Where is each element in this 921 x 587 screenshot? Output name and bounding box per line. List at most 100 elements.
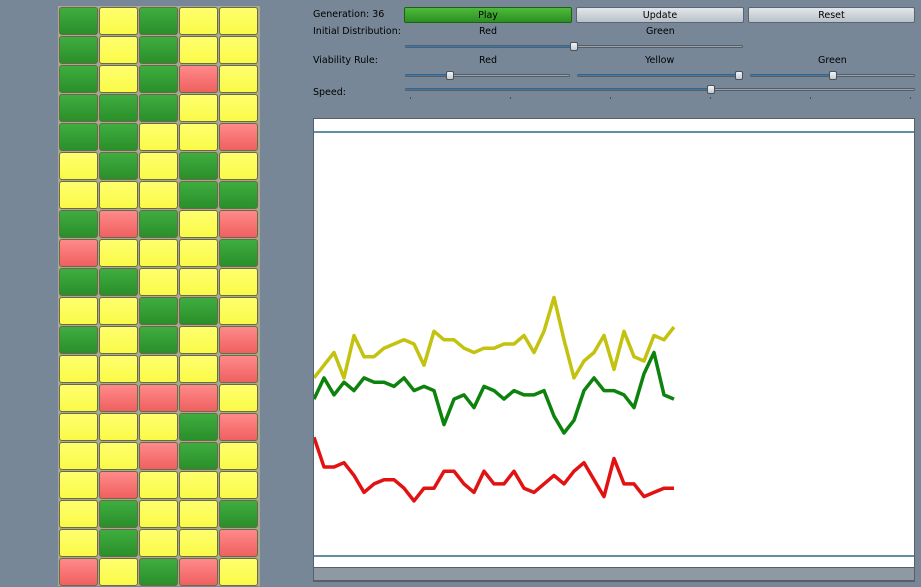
grid-cell[interactable] <box>59 471 98 499</box>
grid-cell[interactable] <box>179 297 218 325</box>
grid-cell[interactable] <box>59 326 98 354</box>
grid-cell[interactable] <box>99 297 138 325</box>
grid-cell[interactable] <box>219 355 258 383</box>
grid-cell[interactable] <box>139 94 178 122</box>
grid-cell[interactable] <box>99 94 138 122</box>
grid-cell[interactable] <box>99 36 138 64</box>
grid-cell[interactable] <box>139 529 178 557</box>
grid-cell[interactable] <box>179 181 218 209</box>
grid-cell[interactable] <box>219 36 258 64</box>
grid-cell[interactable] <box>139 471 178 499</box>
grid-cell[interactable] <box>179 471 218 499</box>
grid-cell[interactable] <box>99 210 138 238</box>
grid-cell[interactable] <box>139 268 178 296</box>
grid-cell[interactable] <box>59 181 98 209</box>
grid-cell[interactable] <box>99 326 138 354</box>
grid-cell[interactable] <box>59 355 98 383</box>
grid-cell[interactable] <box>59 94 98 122</box>
grid-cell[interactable] <box>179 239 218 267</box>
viability-yellow-slider[interactable] <box>577 71 743 80</box>
grid-cell[interactable] <box>99 442 138 470</box>
grid-cell[interactable] <box>99 268 138 296</box>
grid-cell[interactable] <box>219 384 258 412</box>
grid-cell[interactable] <box>179 36 218 64</box>
initial-distribution-slider[interactable] <box>405 42 743 51</box>
grid-cell[interactable] <box>139 558 178 586</box>
grid-cell[interactable] <box>139 7 178 35</box>
grid-cell[interactable] <box>59 297 98 325</box>
grid-cell[interactable] <box>179 65 218 93</box>
viability-red-slider-thumb[interactable] <box>446 71 454 80</box>
grid-cell[interactable] <box>179 529 218 557</box>
grid-cell[interactable] <box>219 65 258 93</box>
grid-cell[interactable] <box>219 239 258 267</box>
grid-cell[interactable] <box>179 7 218 35</box>
grid-cell[interactable] <box>99 65 138 93</box>
grid-cell[interactable] <box>139 65 178 93</box>
grid-cell[interactable] <box>179 152 218 180</box>
grid-cell[interactable] <box>219 7 258 35</box>
grid-cell[interactable] <box>139 36 178 64</box>
grid-cell[interactable] <box>59 500 98 528</box>
grid-cell[interactable] <box>99 471 138 499</box>
grid-cell[interactable] <box>179 94 218 122</box>
viability-red-slider[interactable] <box>405 71 570 80</box>
grid-cell[interactable] <box>59 558 98 586</box>
grid-cell[interactable] <box>59 152 98 180</box>
viability-green-slider-thumb[interactable] <box>828 71 837 80</box>
grid-cell[interactable] <box>219 297 258 325</box>
grid-cell[interactable] <box>99 413 138 441</box>
speed-slider-thumb[interactable] <box>706 85 715 94</box>
grid-cell[interactable] <box>219 181 258 209</box>
chart-scrollbar[interactable] <box>313 567 915 581</box>
grid-cell[interactable] <box>219 529 258 557</box>
grid-cell[interactable] <box>99 152 138 180</box>
grid-cell[interactable] <box>179 355 218 383</box>
grid-cell[interactable] <box>99 181 138 209</box>
grid-cell[interactable] <box>179 442 218 470</box>
grid-cell[interactable] <box>59 65 98 93</box>
grid-cell[interactable] <box>219 500 258 528</box>
grid-cell[interactable] <box>99 355 138 383</box>
grid-cell[interactable] <box>99 384 138 412</box>
viability-green-slider[interactable] <box>750 71 915 80</box>
grid-cell[interactable] <box>219 123 258 151</box>
grid-cell[interactable] <box>139 384 178 412</box>
grid-cell[interactable] <box>139 181 178 209</box>
grid-cell[interactable] <box>139 413 178 441</box>
grid-cell[interactable] <box>219 471 258 499</box>
grid-cell[interactable] <box>139 442 178 470</box>
grid-cell[interactable] <box>219 210 258 238</box>
grid-cell[interactable] <box>179 384 218 412</box>
grid-cell[interactable] <box>139 152 178 180</box>
grid-cell[interactable] <box>219 442 258 470</box>
grid-cell[interactable] <box>139 123 178 151</box>
cell-grid[interactable] <box>58 6 260 586</box>
grid-cell[interactable] <box>219 413 258 441</box>
speed-slider[interactable] <box>405 85 915 99</box>
grid-cell[interactable] <box>59 123 98 151</box>
grid-cell[interactable] <box>59 384 98 412</box>
grid-cell[interactable] <box>179 500 218 528</box>
grid-cell[interactable] <box>219 94 258 122</box>
grid-cell[interactable] <box>139 326 178 354</box>
grid-cell[interactable] <box>139 239 178 267</box>
grid-cell[interactable] <box>59 268 98 296</box>
viability-yellow-slider-thumb[interactable] <box>734 71 743 80</box>
grid-cell[interactable] <box>99 123 138 151</box>
grid-cell[interactable] <box>99 500 138 528</box>
grid-cell[interactable] <box>139 297 178 325</box>
grid-cell[interactable] <box>59 36 98 64</box>
grid-cell[interactable] <box>59 529 98 557</box>
grid-cell[interactable] <box>179 268 218 296</box>
grid-cell[interactable] <box>99 558 138 586</box>
grid-cell[interactable] <box>59 442 98 470</box>
grid-cell[interactable] <box>59 413 98 441</box>
grid-cell[interactable] <box>179 558 218 586</box>
reset-button[interactable]: Reset <box>748 7 915 23</box>
grid-cell[interactable] <box>59 239 98 267</box>
grid-cell[interactable] <box>219 326 258 354</box>
grid-cell[interactable] <box>219 558 258 586</box>
initial-distribution-slider-thumb[interactable] <box>570 42 578 51</box>
grid-cell[interactable] <box>179 413 218 441</box>
